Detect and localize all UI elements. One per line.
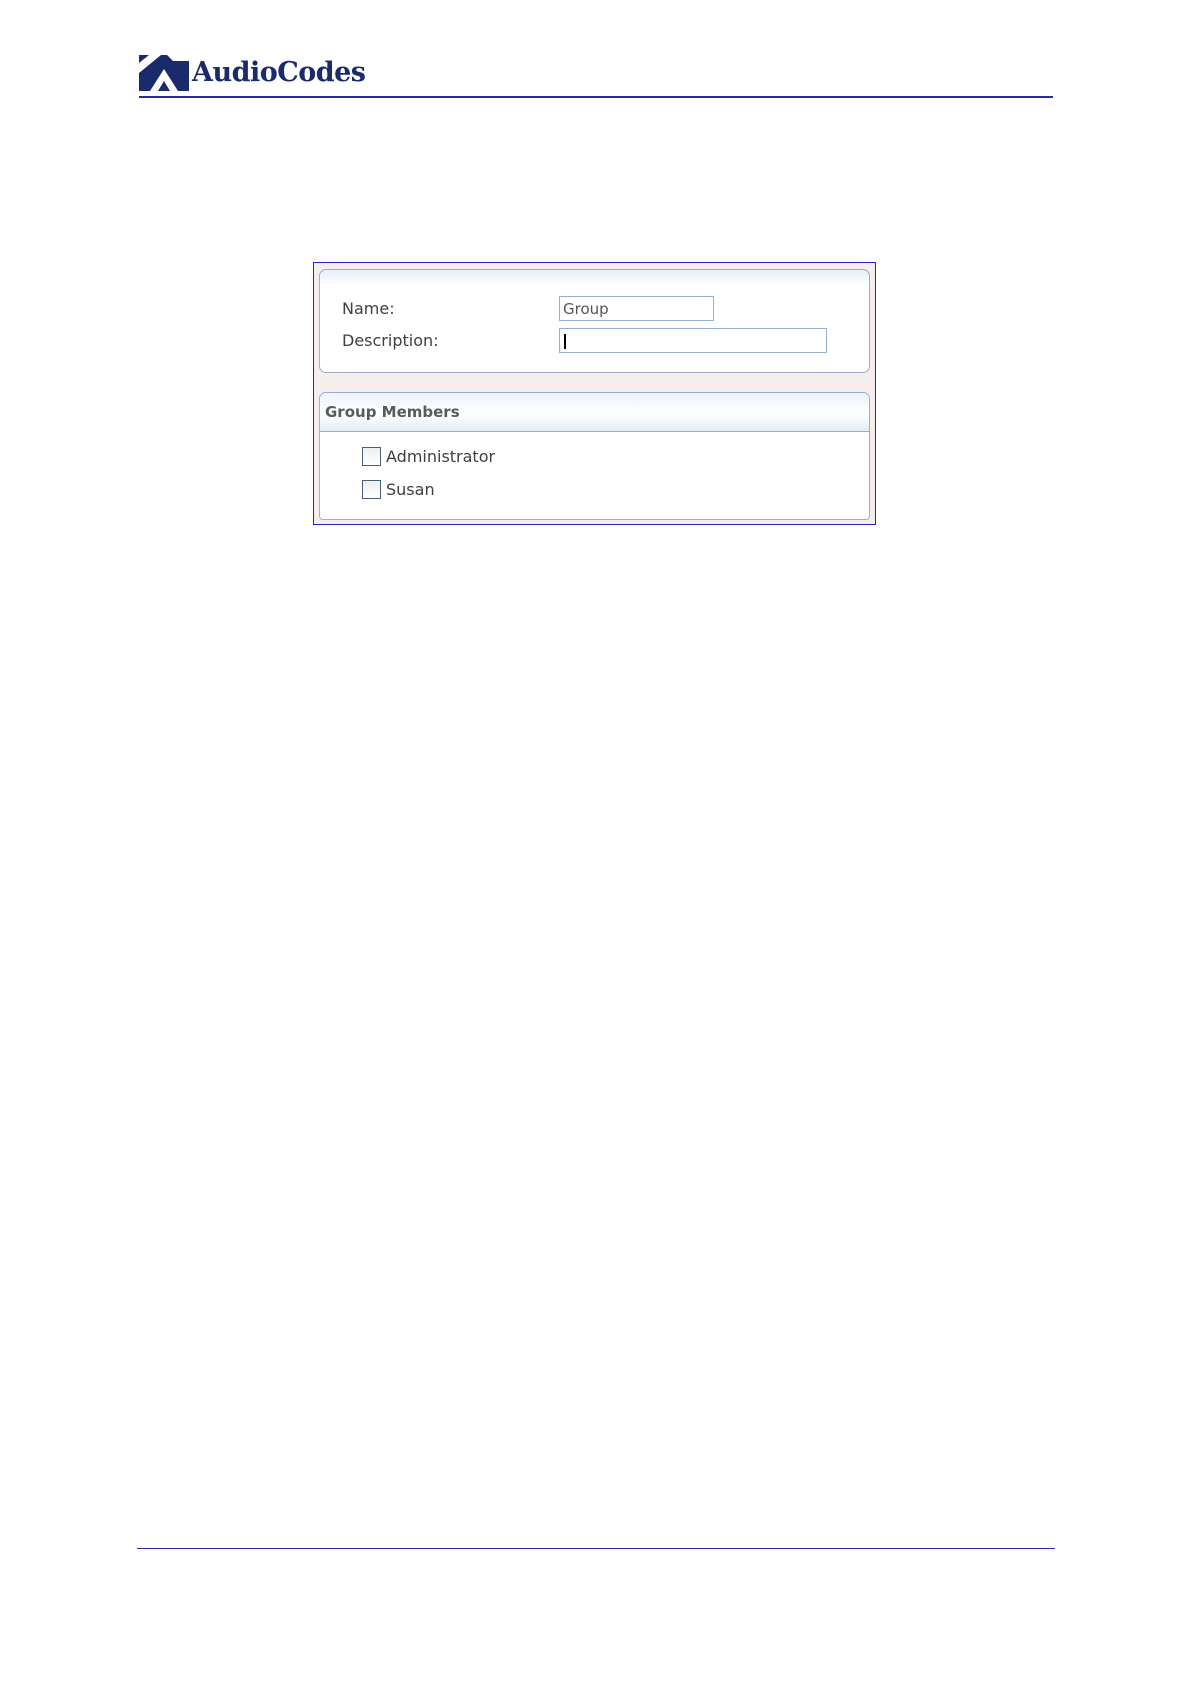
group-settings-screenshot: Name: Description: Group Members Adminis…	[313, 262, 876, 525]
brand-name: AudioCodes	[192, 57, 366, 88]
member-item-administrator[interactable]: Administrator	[362, 447, 495, 466]
member-item-susan[interactable]: Susan	[362, 480, 435, 499]
header-divider	[139, 96, 1053, 98]
member-label: Susan	[386, 480, 435, 499]
group-members-title: Group Members	[325, 403, 460, 421]
text-cursor	[564, 334, 566, 349]
description-label: Description:	[342, 331, 439, 350]
audiocodes-logo-icon	[139, 55, 189, 91]
group-members-panel: Group Members Administrator Susan	[319, 392, 870, 520]
name-label: Name:	[342, 299, 395, 318]
footer-divider	[137, 1548, 1055, 1549]
group-members-header: Group Members	[320, 393, 869, 432]
description-input[interactable]	[559, 328, 827, 353]
administrator-checkbox[interactable]	[362, 447, 381, 466]
name-input[interactable]	[559, 296, 714, 321]
member-label: Administrator	[386, 447, 496, 466]
group-details-panel: Name: Description:	[319, 269, 870, 373]
audiocodes-logo: AudioCodes	[139, 55, 366, 91]
susan-checkbox[interactable]	[362, 480, 381, 499]
